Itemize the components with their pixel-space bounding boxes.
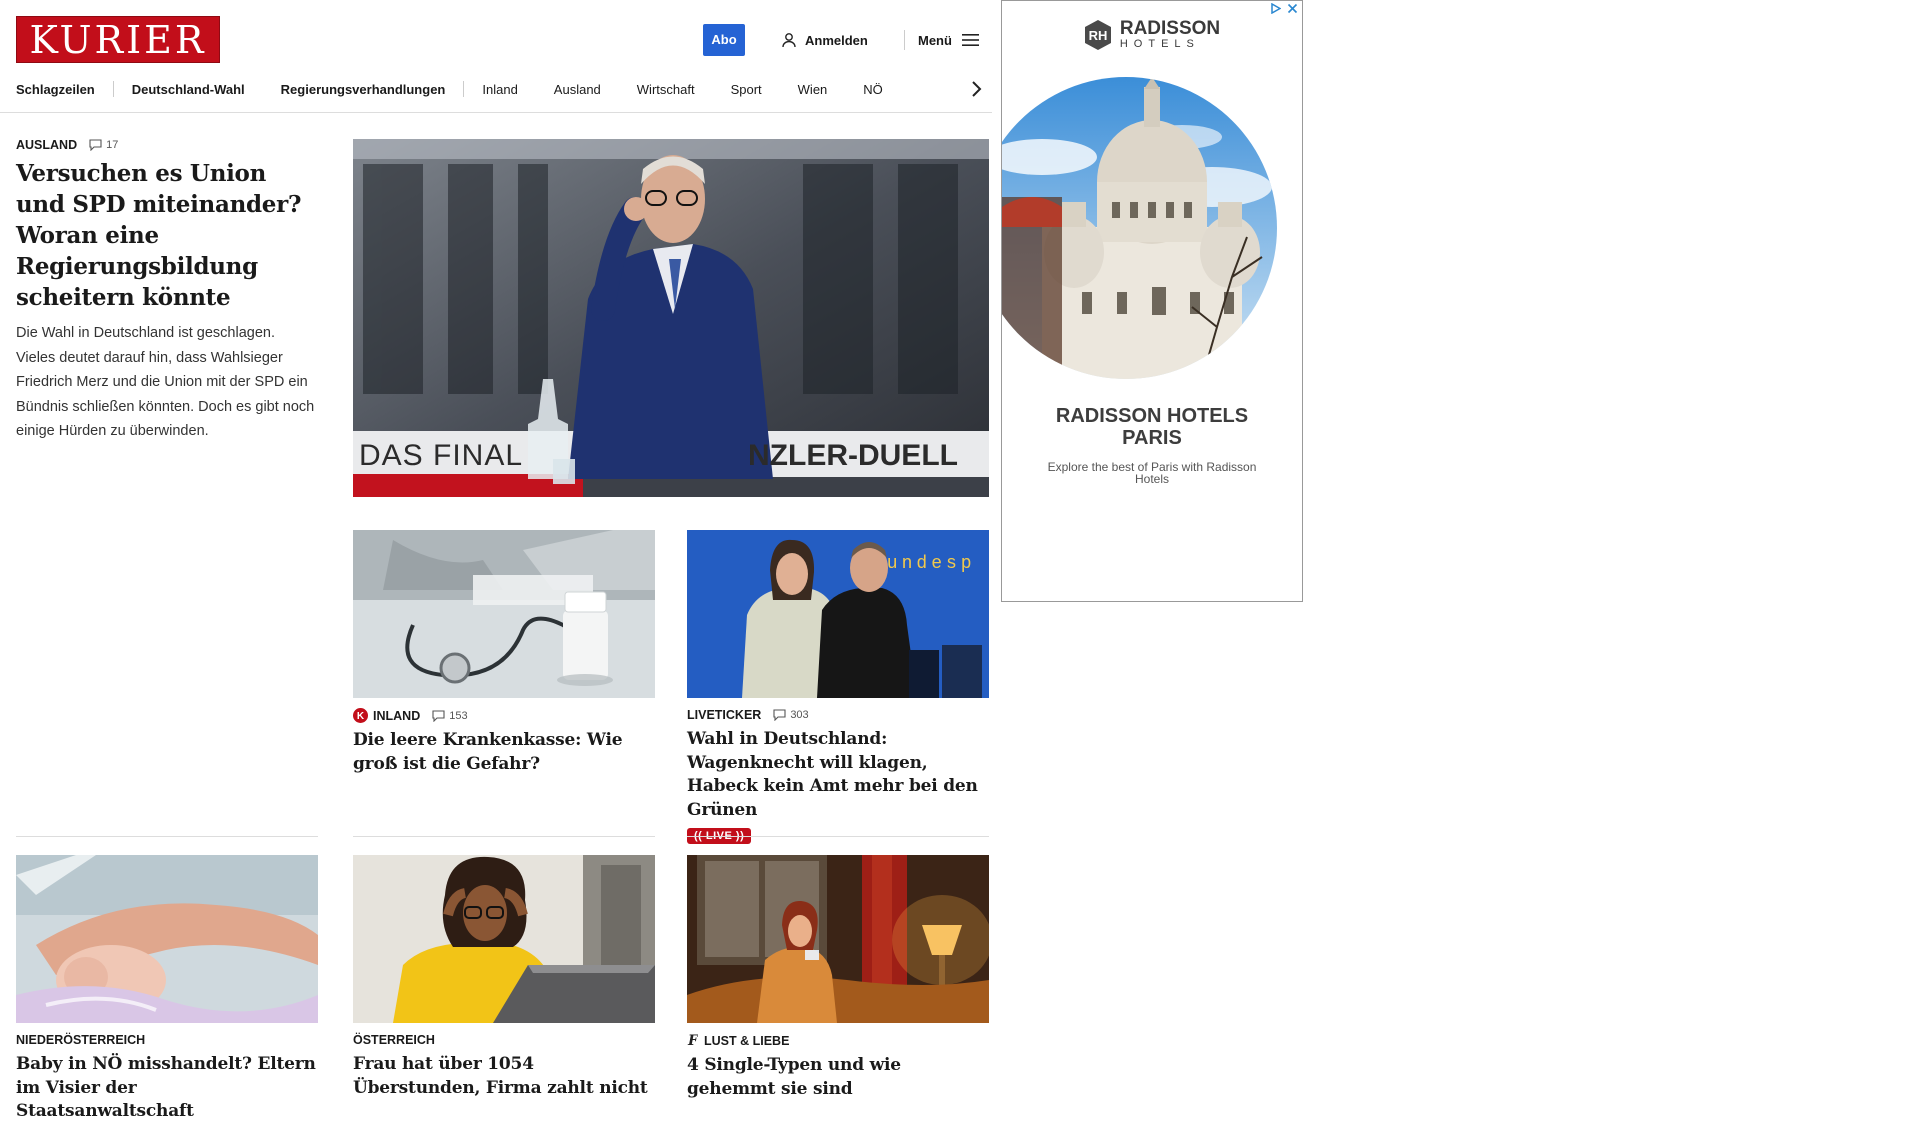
lead-image-caption-right: NZLER-DUELL <box>748 439 958 472</box>
row-divider <box>353 836 655 837</box>
ad-brand-sub: HOTELS <box>1119 38 1200 50</box>
card-comment-count[interactable]: 153 <box>432 709 468 722</box>
card-lust-liebe[interactable]: f LUST & LIEBE 4 Single-Typen und wie ge… <box>687 1033 989 1101</box>
nav-item-sport[interactable]: Sport <box>713 82 780 97</box>
login-label: Anmelden <box>805 32 868 48</box>
card-kicker-label: LUST & LIEBE <box>704 1033 790 1048</box>
card-baby[interactable]: NIEDERÖSTERREICH Baby in NÖ misshandelt?… <box>16 1033 318 1124</box>
lead-comment-number: 17 <box>106 139 119 151</box>
svg-text:f: f <box>687 1033 698 1048</box>
nav-scroll-right-button[interactable] <box>966 78 986 100</box>
card-headline[interactable]: Baby in NÖ misshandelt? Eltern im Visier… <box>16 1053 318 1124</box>
card-image-graphic <box>353 855 655 1023</box>
nav-item-inland[interactable]: Inland <box>464 82 535 97</box>
card-kicker: NIEDERÖSTERREICH <box>16 1033 318 1047</box>
login-button[interactable]: Anmelden <box>781 24 868 56</box>
card-kicker-label: LIVETICKER <box>687 708 762 722</box>
card-image-graphic <box>687 855 989 1023</box>
chevron-right-icon <box>972 81 982 97</box>
card-image-graphic: Bundesp <box>687 530 989 698</box>
lead-image[interactable]: DAS FINAL NZLER-DUELL <box>353 139 989 497</box>
card-kicker: K INLAND 153 <box>353 708 655 723</box>
card-headline[interactable]: Frau hat über 1054 Überstunden, Firma za… <box>353 1053 655 1100</box>
lead-image-caption-left: DAS FINAL <box>359 439 523 472</box>
nav-item-noe[interactable]: NÖ <box>845 82 901 97</box>
card-kicker-label: INLAND <box>373 708 421 723</box>
ad-photo-graphic <box>1002 77 1277 379</box>
lead-article[interactable]: AUSLAND 17 Versuchen es Union und SPD mi… <box>16 138 316 444</box>
nav-item-deutschland-wahl[interactable]: Deutschland-Wahl <box>114 82 263 97</box>
comment-icon <box>773 709 786 721</box>
kurier-logo[interactable]: KURIER <box>16 16 220 63</box>
comment-icon <box>89 139 102 151</box>
ad-brand-logo: RH RADISSON HOTELS <box>1002 19 1302 51</box>
lead-headline[interactable]: Versuchen es Union und SPD miteinander? … <box>16 158 316 313</box>
lead-image-graphic: DAS FINAL NZLER-DUELL <box>353 139 989 497</box>
row-divider <box>16 836 318 837</box>
hamburger-icon <box>961 34 979 46</box>
card-image-krankenkasse[interactable] <box>353 530 655 698</box>
row-divider <box>687 836 989 837</box>
advertisement-banner[interactable]: RH RADISSON HOTELS RADISSON HOTELS PARIS… <box>1001 0 1303 602</box>
card-headline[interactable]: Die leere Krankenkasse: Wie groß ist die… <box>353 729 655 776</box>
card-kicker-label: ÖSTERREICH <box>353 1033 435 1047</box>
card-kicker: f LUST & LIEBE <box>687 1033 989 1048</box>
ad-headline[interactable]: RADISSON HOTELS PARIS <box>1002 405 1302 449</box>
section-nav: Schlagzeilen Deutschland-Wahl Regierungs… <box>16 78 986 100</box>
ad-copy: Explore the best of Paris with Radisson … <box>1047 460 1257 486</box>
card-krankenkasse[interactable]: K INLAND 153 Die leere Krankenkasse: Wie… <box>353 708 655 776</box>
svg-text:RH: RH <box>1088 28 1107 43</box>
card-comment-count[interactable]: 303 <box>773 709 809 721</box>
card-comment-number: 153 <box>449 709 468 722</box>
menu-button[interactable]: Menü <box>918 24 979 56</box>
ad-brand-name: RADISSON <box>1119 18 1221 39</box>
card-liveticker[interactable]: LIVETICKER 303 Wahl in Deutschland: Wage… <box>687 708 989 844</box>
nav-item-ausland[interactable]: Ausland <box>536 82 619 97</box>
news-site: KURIER Abo Anmelden Menü Schlagzeilen De… <box>0 0 992 1121</box>
user-icon <box>782 33 796 48</box>
card-image-liveticker[interactable]: Bundesp <box>687 530 989 698</box>
script-f-icon: f <box>687 1033 698 1048</box>
svg-text:K: K <box>357 711 365 722</box>
card-headline[interactable]: 4 Single-Typen und wie gehemmt sie sind <box>687 1054 989 1101</box>
nav-item-wirtschaft[interactable]: Wirtschaft <box>619 82 713 97</box>
kurier-plus-icon: K <box>353 708 368 723</box>
lead-teaser: Die Wahl in Deutschland ist geschlagen. … <box>16 325 315 439</box>
card-kicker: ÖSTERREICH <box>353 1033 655 1047</box>
lead-comment-count[interactable]: 17 <box>89 139 118 151</box>
comment-icon <box>432 709 445 722</box>
lead-kicker: AUSLAND 17 <box>16 138 316 152</box>
card-image-lust-liebe[interactable] <box>687 855 989 1023</box>
card-kicker: LIVETICKER 303 <box>687 708 989 722</box>
card-image-ueberstunden[interactable] <box>353 855 655 1023</box>
ad-controls <box>1270 3 1298 14</box>
nav-item-schlagzeilen[interactable]: Schlagzeilen <box>16 82 113 97</box>
ad-photo-sacre-coeur[interactable] <box>1002 77 1278 379</box>
radisson-rh-icon: RH <box>1084 20 1111 50</box>
abo-button[interactable]: Abo <box>703 24 745 56</box>
nav-item-wien[interactable]: Wien <box>780 82 846 97</box>
card-image-graphic <box>353 530 655 698</box>
nav-item-regierungsverhandlungen[interactable]: Regierungsverhandlungen <box>263 82 464 97</box>
card-headline[interactable]: Wahl in Deutschland: Wagenknecht will kl… <box>687 728 989 822</box>
card-kicker-label: NIEDERÖSTERREICH <box>16 1033 146 1047</box>
ad-headline-line1: RADISSON HOTELS <box>1055 405 1249 427</box>
nav-bottom-border <box>0 112 992 113</box>
ad-choices-icon[interactable] <box>1270 3 1281 14</box>
lead-kicker-label: AUSLAND <box>16 138 78 152</box>
ad-headline-line2: PARIS <box>1122 427 1182 449</box>
menu-label: Menü <box>918 32 952 48</box>
header-divider <box>904 30 905 50</box>
card-comment-number: 303 <box>790 709 809 721</box>
card-ueberstunden[interactable]: ÖSTERREICH Frau hat über 1054 Überstunde… <box>353 1033 655 1100</box>
close-icon[interactable] <box>1287 3 1298 14</box>
card-image-graphic <box>16 855 318 1023</box>
card-image-baby[interactable] <box>16 855 318 1023</box>
